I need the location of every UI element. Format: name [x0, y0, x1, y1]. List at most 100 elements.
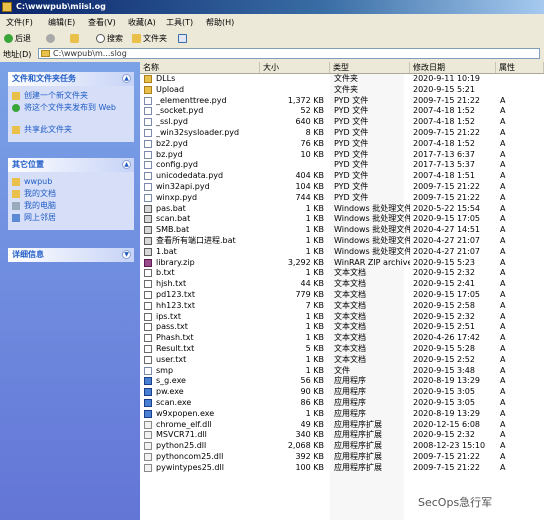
collapse-icon[interactable]: ▲	[122, 74, 131, 83]
file-name: pass.txt	[156, 322, 188, 332]
file-row[interactable]: pd123.txt 779 KB 文本文档 2020-9-15 17:05 A	[140, 290, 544, 301]
file-attr: A	[500, 160, 506, 170]
file-row[interactable]: bz2.pyd 76 KB PYD 文件 2007-4-18 1:52 A	[140, 139, 544, 150]
file-row[interactable]: pythoncom25.dll 392 KB 应用程序扩展 2009-7-15 21:…	[140, 452, 544, 463]
file-row[interactable]: b.txt 1 KB 文本文档 2020-9-15 2:32 A	[140, 268, 544, 279]
place-network[interactable]: 网上邻居	[8, 212, 134, 224]
place-my-computer[interactable]: 我的电脑	[8, 200, 134, 212]
other-places-header[interactable]: 其它位置 ▲	[8, 158, 134, 172]
file-row[interactable]: unicodedata.pyd 404 KB PYD 文件 2007-4-18 1:5…	[140, 171, 544, 182]
views-button[interactable]	[178, 33, 189, 44]
file-row[interactable]: Result.txt 5 KB 文本文档 2020-9-15 5:28 A	[140, 344, 544, 355]
forward-button[interactable]	[46, 33, 57, 44]
forward-arrow-icon	[46, 34, 55, 43]
col-size[interactable]: 大小	[260, 62, 330, 73]
file-row[interactable]: ips.txt 1 KB 文本文档 2020-9-15 2:32 A	[140, 312, 544, 323]
file-file-icon	[144, 366, 152, 375]
place-my-documents[interactable]: 我的文档	[8, 188, 134, 200]
file-row[interactable]: pw.exe 90 KB 应用程序 2020-9-15 3:05 A	[140, 387, 544, 398]
share-folder-icon	[12, 126, 20, 134]
file-row[interactable]: Phash.txt 1 KB 文本文档 2020-4-26 17:42 A	[140, 333, 544, 344]
file-row[interactable]: chrome_elf.dll 49 KB 应用程序扩展 2020-12-15 6:08…	[140, 420, 544, 431]
file-row[interactable]: user.txt 1 KB 文本文档 2020-9-15 2:52 A	[140, 355, 544, 366]
file-row[interactable]: _win32sysloader.pyd 8 KB PYD 文件 2009-7-15 2…	[140, 128, 544, 139]
task-share-folder[interactable]: 共享此文件夹	[8, 124, 134, 136]
file-rows: DLLs 文件夹 2020-9-11 10:19 Upload 文件夹 2020-9-15…	[140, 74, 544, 473]
file-date: 2008-12-23 15:10	[413, 441, 486, 451]
file-row[interactable]: python25.dll 2,068 KB 应用程序扩展 2008-12-23 15:…	[140, 441, 544, 452]
file-row[interactable]: bz.pyd 10 KB PYD 文件 2017-7-13 6:37 A	[140, 150, 544, 161]
file-row[interactable]: pass.txt 1 KB 文本文档 2020-9-15 2:51 A	[140, 322, 544, 333]
bat-file-icon	[144, 204, 152, 213]
file-row[interactable]: hjsh.txt 44 KB 文本文档 2020-9-15 2:41 A	[140, 279, 544, 290]
address-input[interactable]: C:\wwpub\m...slog	[38, 48, 540, 59]
file-name: pas.bat	[156, 203, 186, 213]
col-name[interactable]: 名称	[140, 62, 260, 73]
folder-icon	[2, 2, 12, 12]
file-name: winxp.pyd	[156, 192, 198, 202]
file-row[interactable]: smp 1 KB 文件 2020-9-15 3:48 A	[140, 366, 544, 377]
menu-help[interactable]: 帮助(H)	[206, 17, 234, 28]
menu-tools[interactable]: 工具(T)	[166, 17, 193, 28]
col-type[interactable]: 类型	[330, 62, 410, 73]
task-new-folder[interactable]: 创建一个新文件夹	[8, 90, 134, 102]
file-size: 404 KB	[295, 171, 324, 181]
file-attr: A	[500, 203, 506, 213]
file-row[interactable]: library.zip 3,292 KB WinRAR ZIP archive 202…	[140, 258, 544, 269]
place-wwpub[interactable]: wwpub	[8, 176, 134, 188]
search-button[interactable]: 搜索	[96, 33, 123, 44]
file-attr: A	[500, 311, 506, 321]
title-bar: C:\wwwpub\miisl.og	[0, 0, 544, 14]
file-row[interactable]: Upload 文件夹 2020-9-15 5:21	[140, 85, 544, 96]
file-size: 7 KB	[305, 300, 324, 310]
file-row[interactable]: pywintypes25.dll 100 KB 应用程序扩展 2009-7-15 21…	[140, 463, 544, 474]
file-tasks-header[interactable]: 文件和文件夹任务 ▲	[8, 72, 134, 86]
file-row[interactable]: scan.exe 86 KB 应用程序 2020-9-15 3:05 A	[140, 398, 544, 409]
file-size: 86 KB	[300, 397, 324, 407]
task-publish-web[interactable]: 将这个文件夹发布到 Web	[8, 102, 134, 124]
file-row[interactable]: _ssl.pyd 640 KB PYD 文件 2007-4-18 1:52 A	[140, 117, 544, 128]
file-name: 1.bat	[156, 246, 177, 256]
file-type: PYD 文件	[334, 160, 369, 170]
file-file-icon	[144, 182, 152, 191]
dll-file-icon	[144, 442, 152, 451]
file-date: 2020-9-15 5:28	[413, 343, 475, 353]
menu-view[interactable]: 查看(V)	[88, 17, 116, 28]
menu-edit[interactable]: 编辑(E)	[48, 17, 75, 28]
file-row[interactable]: winxp.pyd 744 KB PYD 文件 2009-7-15 21:22 A	[140, 193, 544, 204]
collapse-icon[interactable]: ▲	[122, 160, 131, 169]
file-row[interactable]: config.pyd PYD 文件 2017-7-13 5:37 A	[140, 160, 544, 171]
file-type: 文件	[334, 365, 350, 375]
folders-icon	[132, 34, 141, 43]
file-row[interactable]: DLLs 文件夹 2020-9-11 10:19	[140, 74, 544, 85]
file-name: scan.bat	[156, 214, 191, 224]
file-row[interactable]: win32api.pyd 104 KB PYD 文件 2009-7-15 21:22 A	[140, 182, 544, 193]
menu-file[interactable]: 文件(F)	[6, 17, 33, 28]
file-attr: A	[500, 343, 506, 353]
file-row[interactable]: _elementtree.pyd 1,372 KB PYD 文件 2009-7-15 …	[140, 96, 544, 107]
menu-favorites[interactable]: 收藏(A)	[128, 17, 156, 28]
file-row[interactable]: scan.bat 1 KB Windows 批处理文件 2020-9-15 17:05…	[140, 214, 544, 225]
dll-file-icon	[144, 463, 152, 472]
file-size: 1 KB	[305, 246, 324, 256]
file-date: 2020-9-15 2:32	[413, 311, 475, 321]
file-row[interactable]: 1.bat 1 KB Windows 批处理文件 2020-4-27 21:07 A	[140, 247, 544, 258]
up-button[interactable]	[70, 33, 81, 44]
file-row[interactable]: s_g.exe 56 KB 应用程序 2020-8-19 13:29 A	[140, 376, 544, 387]
dll-file-icon	[144, 420, 152, 429]
folders-button[interactable]: 文件夹	[132, 33, 167, 44]
file-row[interactable]: hh123.txt 7 KB 文本文档 2020-9-15 2:58 A	[140, 301, 544, 312]
folder-file-icon	[144, 85, 152, 94]
file-attr: A	[500, 181, 506, 191]
file-row[interactable]: SMB.bat 1 KB Windows 批处理文件 2020-4-27 14:51 A	[140, 225, 544, 236]
file-row[interactable]: _socket.pyd 52 KB PYD 文件 2007-4-18 1:52 A	[140, 106, 544, 117]
back-button[interactable]: 后退	[4, 33, 31, 44]
file-row[interactable]: MSVCR71.dll 340 KB 应用程序扩展 2020-9-15 2:32 A	[140, 430, 544, 441]
file-row[interactable]: w9xpopen.exe 1 KB 应用程序 2020-8-19 13:29 A	[140, 409, 544, 420]
file-row[interactable]: 查看所有端口进程.bat 1 KB Windows 批处理文件 2020-4-27 2…	[140, 236, 544, 247]
details-header[interactable]: 详细信息 ▼	[8, 248, 134, 262]
col-date[interactable]: 修改日期	[410, 62, 496, 73]
col-attr[interactable]: 属性	[496, 62, 544, 73]
expand-icon[interactable]: ▼	[122, 250, 131, 259]
file-row[interactable]: pas.bat 1 KB Windows 批处理文件 2020-5-22 15:54 A	[140, 204, 544, 215]
